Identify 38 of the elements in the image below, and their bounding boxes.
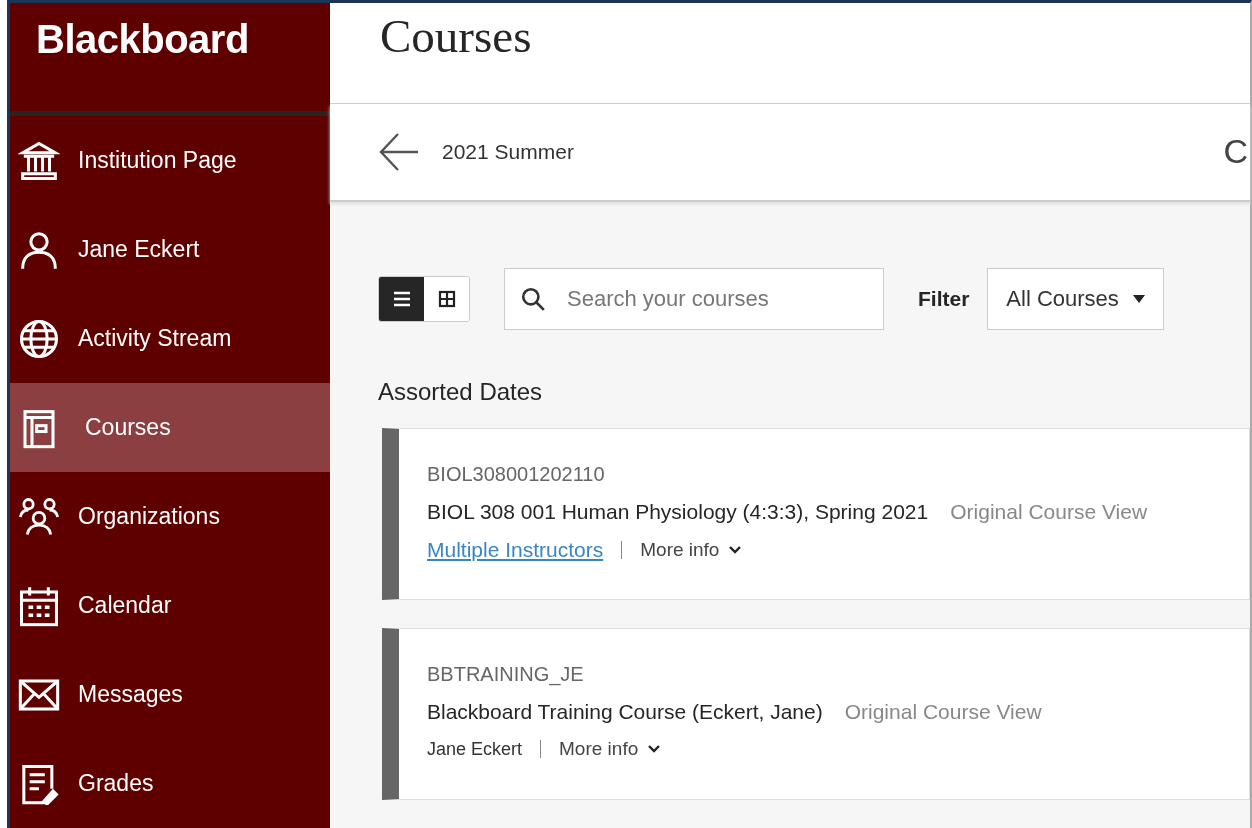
grid-icon — [437, 290, 456, 308]
page-title: Courses — [380, 9, 533, 63]
course-view-label: Original Course View — [844, 700, 1042, 724]
section-title: Assorted Dates — [378, 378, 544, 406]
nav-item[interactable]: Grades — [10, 739, 330, 828]
course-view-label: Original Course View — [950, 500, 1148, 524]
nav-item[interactable]: Activity Stream — [10, 294, 330, 383]
instructors-link[interactable]: Multiple Instructors — [427, 538, 604, 562]
term-option[interactable]: C — [1223, 132, 1248, 172]
nav-item[interactable]: Institution Page — [10, 116, 330, 205]
search-icon — [520, 286, 546, 312]
calendar-icon — [18, 584, 60, 627]
nav-item[interactable]: Courses — [10, 383, 330, 472]
globe-icon — [18, 317, 60, 360]
grid-view-button[interactable] — [424, 277, 469, 321]
people-icon — [18, 495, 60, 538]
search-field[interactable]: Search your courses — [504, 268, 884, 330]
list-view-button[interactable] — [379, 277, 424, 321]
chevron-down-icon — [648, 745, 661, 753]
instructor-name: Jane Eckert — [427, 738, 523, 760]
caret-icon — [1132, 295, 1145, 303]
nav-item[interactable]: Calendar — [10, 561, 330, 650]
filter-label: Filter — [918, 287, 970, 311]
course-id: BIOL308001202110 — [427, 463, 606, 486]
more-info-button[interactable]: More info — [559, 738, 661, 760]
building-icon — [18, 139, 60, 182]
more-info-button[interactable]: More info — [640, 539, 742, 561]
list-icon — [392, 290, 411, 308]
nav-item[interactable]: Organizations — [10, 472, 330, 561]
term-label: 2021 Summer — [442, 139, 574, 164]
course-name[interactable]: BIOL 308 001 Human Physiology (4:3:3), Spring 2021 — [427, 500, 929, 524]
filter-dropdown[interactable]: All Courses — [987, 268, 1164, 330]
course-id: BBTRAINING_JE — [427, 663, 585, 686]
nav-item[interactable]: Jane Eckert — [10, 205, 330, 294]
course-name[interactable]: Blackboard Training Course (Eckert, Jane) — [427, 700, 823, 724]
nav-item[interactable]: Messages — [10, 650, 330, 739]
logo[interactable]: Blackboard — [36, 17, 249, 61]
chevron-down-icon — [729, 546, 742, 554]
